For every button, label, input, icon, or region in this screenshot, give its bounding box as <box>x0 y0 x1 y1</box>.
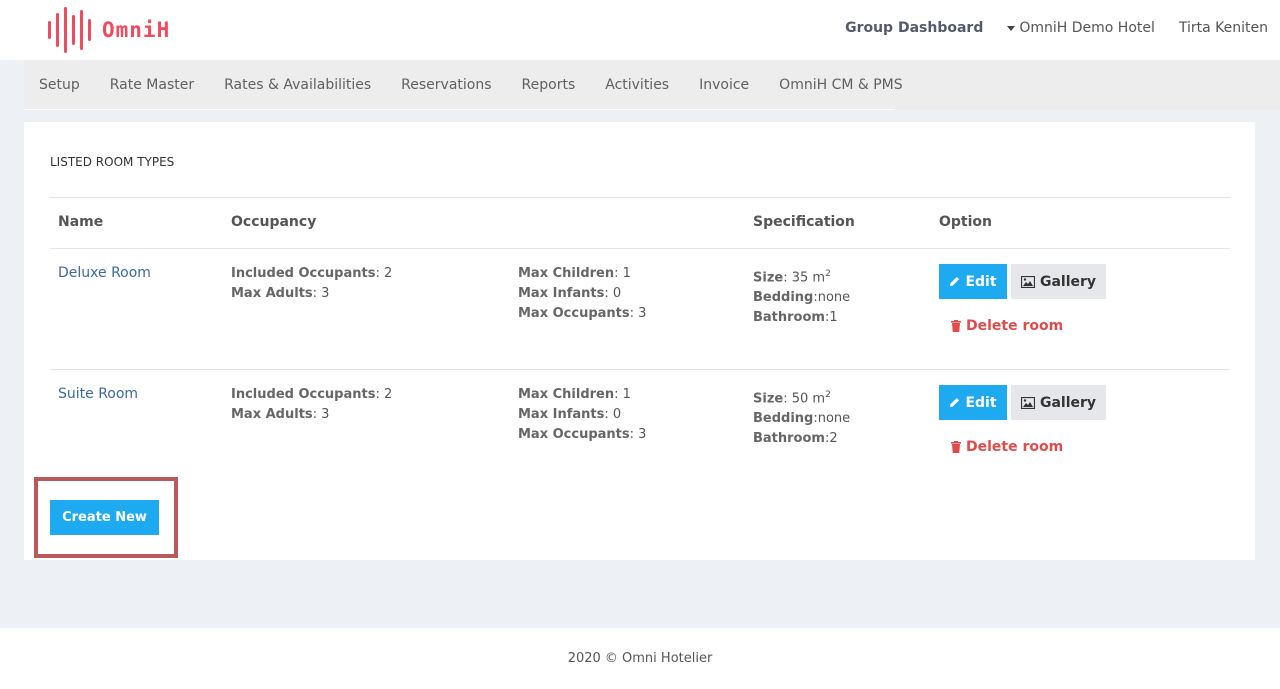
highlight-frame <box>34 477 178 558</box>
column-header-specification: Specification <box>753 214 855 230</box>
nav-item-cm-pms[interactable]: OmniH CM & PMS <box>764 77 917 93</box>
occupancy-block: Included Occupants: 2 Max Adults: 3 <box>231 387 393 422</box>
room-name-link[interactable]: Deluxe Room <box>58 265 151 281</box>
nav-item-reservations[interactable]: Reservations <box>386 77 506 93</box>
room-types-card: LISTED ROOM TYPES Name Occupancy Specifi… <box>24 122 1255 560</box>
brand-logo[interactable]: OmniH <box>48 6 170 54</box>
pencil-icon <box>950 276 960 287</box>
specification-block: Size: 50 m2 Bedding:none Bathroom:2 <box>753 390 851 447</box>
hotel-name: OmniH Demo Hotel <box>1019 20 1155 36</box>
top-bar: OmniH Group Dashboard OmniH Demo Hotel T… <box>0 0 1280 60</box>
column-header-option: Option <box>939 214 992 230</box>
pencil-icon <box>950 397 960 408</box>
column-header-occupancy: Occupancy <box>231 214 317 230</box>
edit-button[interactable]: Edit <box>939 264 1007 299</box>
footer-copyright: 2020 © Omni Hotelier <box>567 651 713 666</box>
hotel-selector[interactable]: OmniH Demo Hotel <box>1007 20 1155 36</box>
page-title: LISTED ROOM TYPES <box>50 155 175 169</box>
header-links: Group Dashboard OmniH Demo Hotel Tirta K… <box>845 20 1268 36</box>
occupancy-limits-block: Max Children: 1 Max Infants: 0 Max Occup… <box>518 387 647 442</box>
delete-room-button[interactable]: Delete room <box>951 437 1063 457</box>
gallery-button[interactable]: Gallery <box>1011 264 1106 299</box>
trash-icon <box>951 320 961 332</box>
image-icon <box>1020 275 1035 288</box>
divider <box>50 369 1230 370</box>
nav-item-setup[interactable]: Setup <box>24 77 95 93</box>
occupancy-block: Included Occupants: 2 Max Adults: 3 <box>231 266 393 301</box>
caret-down-icon <box>1007 25 1016 31</box>
image-icon <box>1020 396 1035 409</box>
footer: 2020 © Omni Hotelier <box>0 628 1280 689</box>
group-dashboard-link[interactable]: Group Dashboard <box>845 20 983 36</box>
room-name-link[interactable]: Suite Room <box>58 386 138 402</box>
gallery-button[interactable]: Gallery <box>1011 385 1106 420</box>
brand-name: OmniH <box>102 18 171 42</box>
nav-item-reports[interactable]: Reports <box>507 77 591 93</box>
user-menu[interactable]: Tirta Keniten <box>1179 20 1268 36</box>
divider <box>50 248 1230 249</box>
occupancy-limits-block: Max Children: 1 Max Infants: 0 Max Occup… <box>518 266 647 321</box>
delete-room-button[interactable]: Delete room <box>951 316 1063 336</box>
logo-bars-icon <box>48 6 96 54</box>
trash-icon <box>951 441 961 453</box>
nav-item-activities[interactable]: Activities <box>590 77 684 93</box>
specification-block: Size: 35 m2 Bedding:none Bathroom:1 <box>753 269 851 326</box>
nav-item-rates-availabilities[interactable]: Rates & Availabilities <box>209 77 386 93</box>
nav-item-invoice[interactable]: Invoice <box>684 77 764 93</box>
main-nav: Setup Rate Master Rates & Availabilities… <box>24 60 1280 110</box>
edit-button[interactable]: Edit <box>939 385 1007 420</box>
nav-item-rate-master[interactable]: Rate Master <box>95 77 209 93</box>
column-header-name: Name <box>58 214 104 230</box>
divider <box>50 197 1230 198</box>
